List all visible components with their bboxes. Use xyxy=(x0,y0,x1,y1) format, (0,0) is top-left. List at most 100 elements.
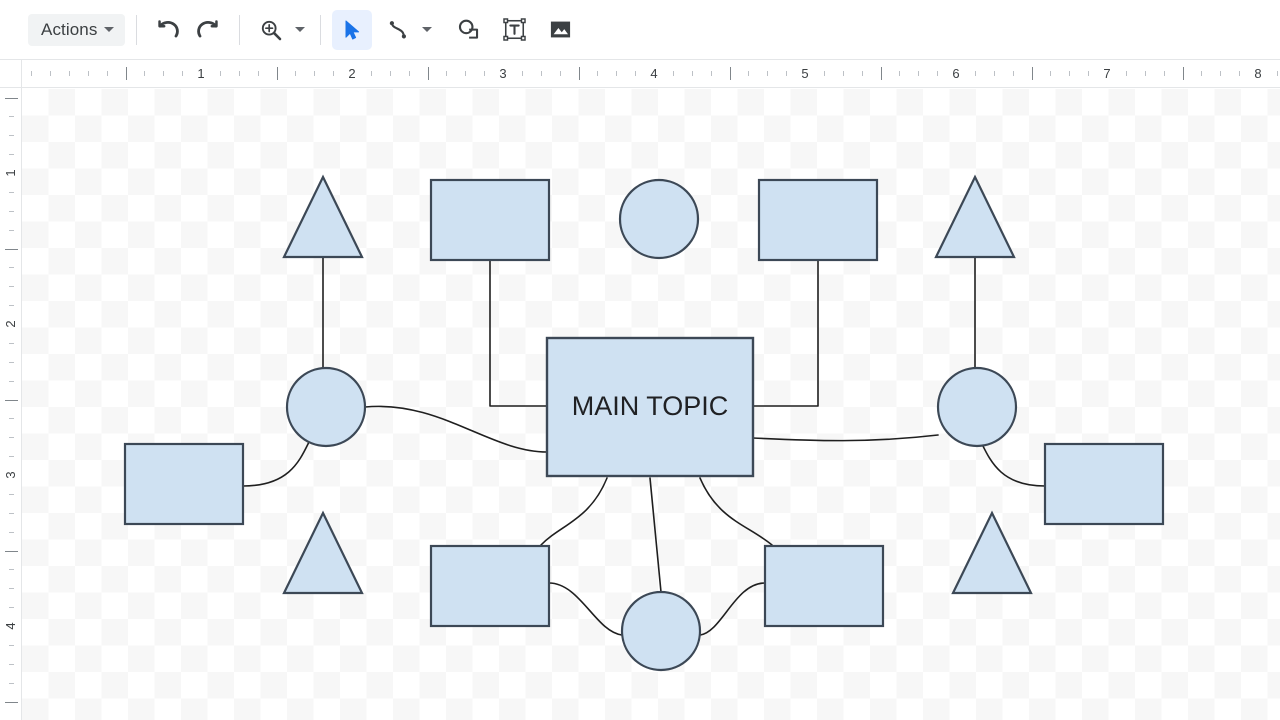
connector-main-to-rect-bottomleft[interactable] xyxy=(540,477,608,546)
ruler-h-tick-minor xyxy=(144,71,146,76)
ruler-h-tick-major xyxy=(427,67,429,80)
ruler-h-tick-minor xyxy=(408,71,410,76)
undo-icon xyxy=(158,19,180,37)
connector-rect-topleft-to-main[interactable] xyxy=(489,259,548,407)
ruler-v-tick-minor xyxy=(9,456,14,458)
ruler-h-tick-minor xyxy=(710,71,712,76)
ruler-v-tick-minor xyxy=(9,418,14,420)
ruler-h-tick-minor xyxy=(974,71,976,76)
node-circle-mid-left[interactable] xyxy=(285,366,367,448)
node-rect-bottom-right[interactable] xyxy=(763,544,885,628)
ruler-v-tick-minor xyxy=(9,531,14,533)
node-rect-top-left[interactable] xyxy=(429,178,551,262)
connector-rect-bottomleft-to-circle-bottomcenter[interactable] xyxy=(548,582,623,636)
toolbar: Actions xyxy=(0,0,1280,60)
node-triangle-top-right[interactable] xyxy=(934,174,1016,259)
ruler-v-tick-minor xyxy=(9,607,14,609)
connector-rect-topright-to-main[interactable] xyxy=(752,259,819,407)
vertical-ruler[interactable]: 1 2 3 4 xyxy=(0,88,22,720)
ruler-v-tick-minor xyxy=(9,380,14,382)
ruler-v-tick-minor xyxy=(9,644,14,646)
ruler-v-tick-minor xyxy=(9,361,14,363)
ruler-h-tick-minor xyxy=(238,71,240,76)
ruler-h-tick-minor xyxy=(842,71,844,76)
ruler-h-tick-minor xyxy=(993,71,995,76)
actions-menu-button[interactable]: Actions xyxy=(28,13,126,46)
ruler-h-label: 3 xyxy=(499,66,507,81)
ruler-h-tick-minor xyxy=(616,71,618,76)
ruler-h-tick-minor xyxy=(333,71,335,76)
ruler-h-tick-minor xyxy=(540,71,542,76)
ruler-h-label: 2 xyxy=(348,66,356,81)
shape-tool-button[interactable] xyxy=(448,10,488,50)
ruler-h-tick-minor xyxy=(1220,71,1222,76)
ruler-h-label: 1 xyxy=(197,66,205,81)
connector-main-to-circle-bottomcenter[interactable] xyxy=(649,477,662,593)
node-rect-right[interactable] xyxy=(1043,442,1165,526)
redo-button[interactable] xyxy=(188,10,228,50)
node-circle-top-center[interactable] xyxy=(618,178,700,260)
ruler-v-tick-minor xyxy=(9,286,14,288)
toolbar-divider-1 xyxy=(136,14,138,45)
ruler-v-label: 4 xyxy=(3,622,18,630)
chevron-down-icon xyxy=(295,27,306,32)
node-layer: MAIN TOPIC xyxy=(123,174,1165,672)
ruler-h-tick-minor xyxy=(748,71,750,76)
ruler-h-tick-minor xyxy=(918,71,920,76)
ruler-v-tick-minor xyxy=(9,437,14,439)
ruler-h-tick-minor xyxy=(68,71,70,76)
ruler-h-tick-minor xyxy=(1239,71,1241,76)
ruler-v-tick-minor xyxy=(9,305,14,307)
node-triangle-bottom-right[interactable] xyxy=(951,510,1033,595)
undo-button[interactable] xyxy=(148,10,188,50)
node-rect-top-right[interactable] xyxy=(757,178,879,262)
chevron-down-icon xyxy=(422,27,433,32)
ruler-h-tick-minor xyxy=(31,71,33,76)
text-box-icon xyxy=(503,18,526,41)
toolbar-divider-3 xyxy=(320,14,322,45)
node-circle-bottom-center[interactable] xyxy=(620,590,702,672)
ruler-h-tick-minor xyxy=(1088,71,1090,76)
connector-dropdown-button[interactable] xyxy=(418,12,436,48)
ruler-h-label: 5 xyxy=(801,66,809,81)
ruler-h-tick-minor xyxy=(257,71,259,76)
zoom-button[interactable] xyxy=(251,10,291,50)
connector-tool-button[interactable] xyxy=(378,10,418,50)
zoom-dropdown-button[interactable] xyxy=(291,12,309,48)
diagram-canvas[interactable]: MAIN TOPIC xyxy=(22,89,1280,720)
ruler-v-label: 3 xyxy=(3,471,18,479)
ruler-v-tick-minor xyxy=(9,191,14,193)
text-tool-button[interactable] xyxy=(494,10,534,50)
ruler-h-tick-minor xyxy=(370,71,372,76)
toolbar-divider-2 xyxy=(239,14,241,45)
connector-rect-right-to-circle-midright[interactable] xyxy=(979,439,1046,487)
node-triangle-top-left[interactable] xyxy=(282,174,364,259)
ruler-v-tick-major xyxy=(5,248,18,250)
ruler-h-tick-minor xyxy=(937,71,939,76)
connector-main-to-rect-bottomright[interactable] xyxy=(699,477,773,546)
ruler-h-tick-minor xyxy=(484,71,486,76)
connector-circle-midleft-to-main[interactable] xyxy=(364,405,548,453)
ruler-v-tick-major xyxy=(5,550,18,552)
actions-menu-label: Actions xyxy=(41,20,98,39)
node-triangle-bottom-left[interactable] xyxy=(282,510,364,595)
node-rect-left[interactable] xyxy=(123,442,245,526)
node-circle-mid-right[interactable] xyxy=(936,366,1018,448)
connector-circle-midright-to-main[interactable] xyxy=(752,434,939,442)
connector-rect-left-to-circle-midleft[interactable] xyxy=(242,439,311,487)
diagram-svg: MAIN TOPIC xyxy=(123,174,1165,672)
ruler-h-tick-minor xyxy=(1125,71,1127,76)
ruler-h-tick-minor xyxy=(106,71,108,76)
ruler-h-tick-minor xyxy=(1163,71,1165,76)
ruler-h-tick-minor xyxy=(1276,71,1278,76)
select-tool-button[interactable] xyxy=(332,9,373,50)
connector-rect-bottomright-to-circle-bottomcenter[interactable] xyxy=(699,582,766,636)
ruler-h-tick-minor xyxy=(691,71,693,76)
image-tool-button[interactable] xyxy=(540,10,580,50)
ruler-v-tick-minor xyxy=(9,229,14,231)
node-rect-bottom-left[interactable] xyxy=(429,544,551,628)
main-topic-label: MAIN TOPIC xyxy=(572,391,729,421)
main-topic-node[interactable]: MAIN TOPIC xyxy=(545,336,755,478)
horizontal-ruler[interactable]: 1 2 3 4 5 6 7 8 xyxy=(22,60,1280,88)
ruler-h-tick-minor xyxy=(87,71,89,76)
